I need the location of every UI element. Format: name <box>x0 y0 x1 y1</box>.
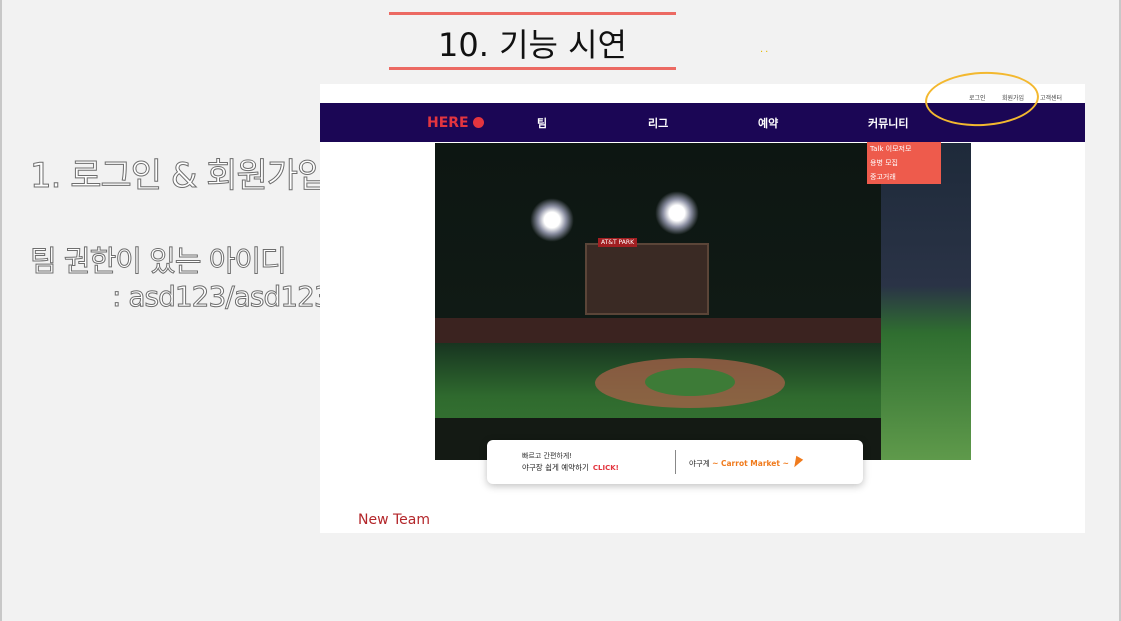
site-logo[interactable]: HERE <box>427 115 484 131</box>
nav-item-team[interactable]: 팀 <box>537 115 547 131</box>
carrot-icon <box>790 455 804 470</box>
dropdown-item-mercenary[interactable]: 용병 모집 <box>867 156 941 170</box>
nav-item-community[interactable]: 커뮤니티 <box>868 115 908 131</box>
decorative-dots: .. <box>760 44 771 55</box>
baseball-icon <box>472 117 484 128</box>
community-dropdown: Talk 이모저모 용병 모집 중고거래 <box>867 142 941 184</box>
new-team-heading: New Team <box>358 512 430 528</box>
infield-grass <box>645 368 735 396</box>
dropdown-item-talk[interactable]: Talk 이모저모 <box>867 142 941 156</box>
side-stadium-image <box>881 143 971 460</box>
team-id-label: 팀 권한이 있는 아이디 <box>30 244 288 279</box>
stadium-light <box>655 191 699 235</box>
banner-tagline: 빠르고 간편하게! <box>522 452 573 460</box>
title-rule-bottom <box>389 67 676 70</box>
banner-carrot-prefix: 야구계 <box>689 459 713 468</box>
dropdown-item-used-trade[interactable]: 중고거래 <box>867 170 941 184</box>
slide-title: 10. 기능 시연 <box>438 26 627 64</box>
banner-click-link[interactable]: CLICK! <box>593 464 619 472</box>
banner-divider <box>675 450 676 474</box>
team-id-value: : asd123/asd123 <box>112 280 333 314</box>
title-rule-top <box>389 12 676 15</box>
nav-item-reservation[interactable]: 예약 <box>758 115 778 131</box>
banner-reserve-label: 야구장 쉽게 예약하기 <box>522 463 589 472</box>
slide-title-block: 10. 기능 시연 <box>389 12 676 70</box>
customer-center-link[interactable]: 고객센터 <box>1040 93 1062 102</box>
reservation-banner[interactable]: 빠르고 간편하게! 야구장 쉽게 예약하기 CLICK! 야구계 ~ Carrot… <box>487 440 863 484</box>
scoreboard <box>585 243 709 315</box>
logo-text: HERE <box>427 115 469 131</box>
stadium-light <box>530 198 574 242</box>
slide-frame-left <box>0 0 2 621</box>
banner-carrot-brand: ~ Carrot Market ~ <box>712 459 789 468</box>
section-heading: 1. 로그인 & 회원가입 <box>29 156 328 197</box>
banner-reserve-text: 야구장 쉽게 예약하기 CLICK! <box>522 462 619 473</box>
banner-carrot-link[interactable]: 야구계 ~ Carrot Market ~ <box>689 455 804 470</box>
stadium-sign: AT&T PARK <box>598 238 637 247</box>
nav-item-league[interactable]: 리그 <box>648 115 668 131</box>
website-screenshot: 로그인 회원가입 고객센터 HERE 팀 리그 예약 커뮤니티 AT&T PAR… <box>320 84 1085 533</box>
